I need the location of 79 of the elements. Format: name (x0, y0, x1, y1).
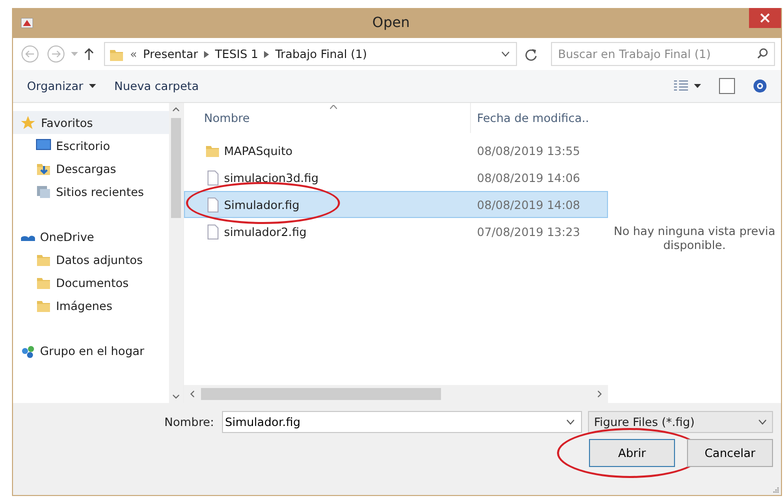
search-icon (757, 48, 768, 59)
app-icon (21, 18, 33, 28)
forward-button[interactable] (45, 45, 67, 63)
file-name: simulador2.fig (224, 224, 306, 238)
up-arrow-icon (84, 48, 94, 60)
desktop-icon (36, 138, 51, 153)
modified-date: 08/08/2019 13:55 (477, 144, 580, 158)
cloud-icon (21, 234, 35, 240)
network-icon (21, 344, 35, 358)
column-header[interactable]: Fecha de modifica.. (470, 103, 608, 133)
file-icon (205, 224, 220, 240)
column-header[interactable]: Nombre (184, 111, 470, 125)
preview-message: No hay ninguna vista previa disponible. (612, 224, 776, 252)
modified-date: 07/08/2019 13:23 (477, 224, 580, 238)
folder-icon (36, 275, 51, 290)
sidebar-item[interactable]: Favoritos (13, 111, 169, 134)
breadcrumb-item[interactable]: TESIS 1 (214, 47, 258, 61)
open-button[interactable]: Abrir (589, 439, 675, 467)
modified-date: 08/08/2019 14:06 (477, 170, 580, 184)
folder-icon (36, 252, 51, 267)
scroll-thumb[interactable] (171, 118, 181, 218)
sidebar-item[interactable]: Descargas (13, 157, 169, 180)
folder-icon (36, 298, 51, 313)
sidebar-item[interactable]: Sitios recientes (13, 180, 169, 203)
scroll-down-icon (172, 394, 180, 399)
list-view-icon (674, 80, 688, 92)
overflow-chevron[interactable]: « (130, 47, 138, 61)
close-button[interactable] (749, 8, 781, 28)
recent-dropdown[interactable] (71, 52, 78, 56)
scroll-right-icon (597, 390, 602, 398)
caret-icon (89, 84, 96, 88)
file-name: simulacion3d.fig (224, 170, 319, 184)
file-row[interactable]: simulador2.fig 07/08/2019 13:23 (184, 218, 608, 245)
file-name: MAPASquito (224, 144, 292, 158)
close-icon (760, 13, 770, 23)
file-name-field[interactable]: Simulador.fig (222, 411, 582, 433)
file-row[interactable]: simulacion3d.fig 08/08/2019 14:06 (184, 164, 608, 191)
new-folder-button[interactable]: Nueva carpeta (108, 75, 205, 97)
sidebar-item[interactable]: Imágenes (13, 294, 169, 317)
scroll-thumb[interactable] (201, 388, 441, 400)
chevron-icon (264, 50, 270, 58)
cancel-button[interactable]: Cancelar (687, 439, 773, 467)
selected-row[interactable]: Simulador.fig 08/08/2019 14:08 (184, 191, 608, 218)
sidebar-item[interactable]: OneDrive (13, 225, 169, 248)
file-name: Simulador.fig (224, 198, 300, 212)
address-bar[interactable]: « Presentar TESIS 1 Trabajo Final (1) (104, 42, 517, 66)
window-title: Open (372, 15, 410, 31)
chevron-icon (204, 50, 209, 58)
folder-download-icon (36, 161, 51, 176)
file-icon (205, 196, 220, 212)
file-row[interactable]: MAPASquito 08/08/2019 13:55 (184, 137, 608, 164)
refresh-icon (525, 48, 537, 60)
organize-menu[interactable]: Organizar (21, 75, 102, 97)
back-button[interactable] (19, 45, 41, 63)
caret-icon (71, 52, 78, 56)
sidebar-item[interactable]: Escritorio (13, 134, 169, 157)
sidebar-item[interactable]: Grupo en el hogar (13, 339, 169, 362)
field-label: Nombre: (164, 415, 214, 429)
pane-icon (719, 78, 735, 94)
file-icon (205, 170, 220, 186)
vertical-scrollbar[interactable] (169, 103, 183, 403)
stacked-windows-icon (36, 184, 51, 199)
breadcrumb-item[interactable]: Trabajo Final (1) (275, 47, 368, 61)
up-button[interactable] (82, 48, 96, 60)
modified-date: 08/08/2019 14:08 (477, 198, 580, 212)
search-field[interactable]: Buscar en Trabajo Final (1) (551, 42, 775, 66)
dropdown-caret-icon (501, 51, 510, 57)
horizontal-scrollbar[interactable] (184, 385, 608, 403)
resize-grip-icon (773, 487, 779, 493)
dropdown-caret-icon (566, 419, 575, 425)
sidebar-item[interactable]: Documentos (13, 271, 169, 294)
sidebar-item[interactable]: Datos adjuntos (13, 248, 169, 271)
file-type-dropdown[interactable]: Figure Files (*.fig) (588, 411, 773, 433)
dropdown-caret-icon (758, 419, 767, 425)
caret-icon (694, 84, 701, 88)
breadcrumb-item[interactable]: Presentar (143, 47, 198, 61)
star-icon (21, 116, 36, 130)
scroll-left-icon (190, 390, 195, 398)
scroll-up-icon (172, 107, 180, 112)
